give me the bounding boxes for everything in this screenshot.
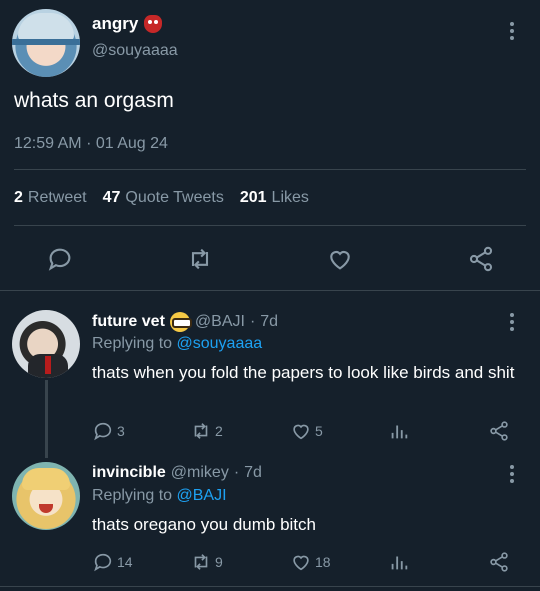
- display-name[interactable]: invincible: [92, 464, 166, 482]
- divider: [0, 586, 540, 587]
- share-icon[interactable]: [488, 551, 510, 573]
- reply-count: 14: [117, 554, 133, 570]
- quote-stat[interactable]: 47 Quote Tweets: [103, 189, 224, 207]
- reply-age[interactable]: 7d: [244, 464, 262, 482]
- quote-count: 47: [102, 189, 121, 206]
- like-icon: [293, 555, 309, 571]
- tweet-text: whats an orgasm: [14, 89, 174, 112]
- reply-header: invincible @mikey · 7d: [92, 464, 262, 482]
- reply-text: thats oregano you dumb bitch: [92, 515, 316, 534]
- replying-to-link[interactable]: @BAJI: [177, 487, 227, 504]
- replying-prefix: Replying to: [92, 487, 173, 504]
- retweet-icon: [194, 423, 208, 439]
- replying-to: Replying to @souyaaaa: [92, 335, 262, 353]
- more-icon[interactable]: [510, 22, 514, 43]
- like-icon: [293, 424, 309, 440]
- reply-count: 3: [117, 423, 125, 439]
- divider: [0, 290, 540, 291]
- reply-icon: [94, 422, 112, 441]
- quote-label: Quote Tweets: [125, 189, 224, 206]
- retweet-icon: [194, 554, 208, 570]
- more-icon[interactable]: [510, 313, 514, 334]
- display-name-text: angry: [92, 14, 139, 33]
- like-button[interactable]: 18: [290, 551, 331, 573]
- reply-icon[interactable]: [46, 245, 74, 273]
- timestamp-separator: ·: [86, 135, 92, 152]
- retweet-stat[interactable]: 2 Retweet: [14, 189, 87, 207]
- reply-icon: [94, 553, 112, 572]
- reply-header: future vet @BAJI · 7d: [92, 312, 278, 332]
- replying-to: Replying to @BAJI: [92, 487, 227, 505]
- avatar[interactable]: [12, 462, 80, 530]
- divider: [14, 225, 526, 226]
- reply-text: thats when you fold the papers to look l…: [92, 363, 515, 382]
- like-icon[interactable]: [326, 245, 354, 273]
- nerd-face-emoji-icon: [169, 312, 192, 332]
- like-count: 18: [315, 554, 331, 570]
- separator: ·: [249, 313, 256, 330]
- retweet-label: Retweet: [27, 189, 87, 206]
- replying-prefix: Replying to: [92, 335, 173, 352]
- analytics-icon[interactable]: [388, 420, 410, 442]
- retweet-icon[interactable]: [186, 245, 214, 273]
- reply-actions: 14 9 18: [92, 551, 512, 573]
- reply-button[interactable]: 14: [92, 551, 133, 573]
- retweet-count: 2: [14, 189, 23, 206]
- like-count: 5: [315, 423, 323, 439]
- likes-stat[interactable]: 201 Likes: [240, 189, 309, 207]
- reply-button[interactable]: 3: [92, 420, 125, 442]
- like-button[interactable]: 5: [290, 420, 323, 442]
- tweet-time: 12:59 AM: [14, 135, 82, 152]
- share-icon[interactable]: [467, 245, 495, 273]
- avatar[interactable]: [12, 9, 80, 77]
- tweet-timestamp[interactable]: 12:59 AM · 01 Aug 24: [14, 135, 168, 153]
- retweet-button[interactable]: 2: [190, 420, 223, 442]
- tweet-actions: [0, 245, 540, 275]
- user-handle[interactable]: @souyaaaa: [92, 42, 178, 60]
- display-name[interactable]: angry: [92, 14, 163, 34]
- reply-actions: 3 2 5: [92, 420, 512, 442]
- display-name[interactable]: future vet: [92, 313, 165, 331]
- user-handle[interactable]: @BAJI: [195, 313, 245, 331]
- user-handle[interactable]: @mikey: [171, 464, 229, 482]
- more-icon[interactable]: [510, 465, 514, 486]
- analytics-icon[interactable]: [388, 551, 410, 573]
- tweet-stats: 2 Retweet 47 Quote Tweets 201 Likes: [14, 189, 309, 207]
- separator: ·: [233, 464, 240, 481]
- avatar[interactable]: [12, 310, 80, 378]
- retweet-count: 9: [215, 554, 223, 570]
- thread-line: [45, 380, 48, 458]
- retweet-button[interactable]: 9: [190, 551, 223, 573]
- reply-age[interactable]: 7d: [260, 313, 278, 331]
- divider: [14, 169, 526, 170]
- share-icon[interactable]: [488, 420, 510, 442]
- replying-to-link[interactable]: @souyaaaa: [177, 335, 263, 352]
- retweet-count: 2: [215, 423, 223, 439]
- likes-count: 201: [239, 189, 267, 206]
- tweet-date: 01 Aug 24: [95, 135, 168, 152]
- red-mask-emoji-icon: [144, 15, 163, 33]
- likes-label: Likes: [271, 189, 309, 206]
